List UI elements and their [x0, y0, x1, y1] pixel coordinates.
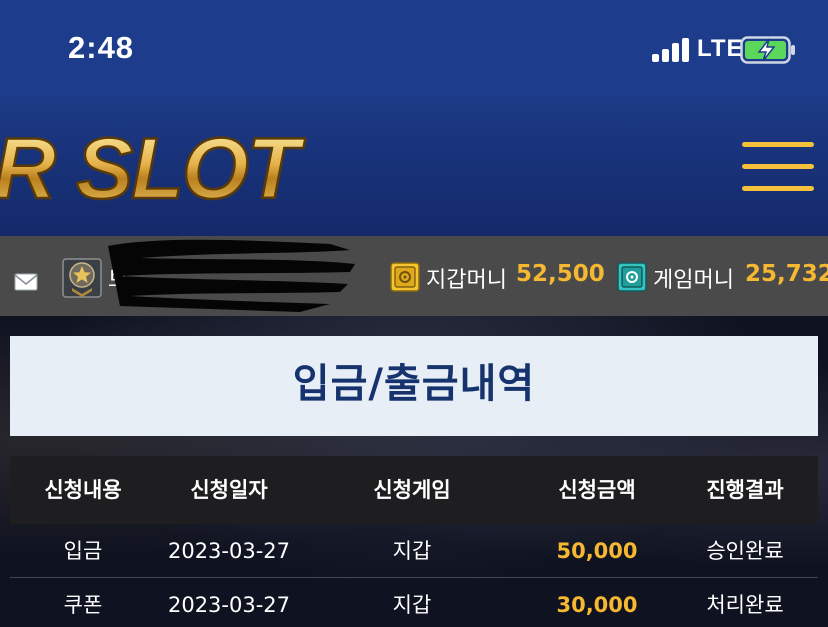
history-table: 신청내용 신청일자 신청게임 신청금액 진행결과 입금 2023-03-27 지…	[10, 456, 818, 627]
site-logo[interactable]: R SLOT	[0, 110, 350, 220]
network-label: LTE	[697, 35, 744, 62]
status-bar: 2:48 LTE	[0, 0, 828, 96]
cell-date: 2023-03-27	[167, 593, 291, 617]
cell-amount: 50,000	[556, 539, 638, 563]
game-safe-icon	[617, 262, 647, 292]
logo-text: R SLOT	[0, 121, 306, 217]
column-header-type: 신청내용	[44, 478, 122, 502]
hamburger-menu-icon[interactable]	[742, 142, 814, 194]
column-header-game: 신청게임	[373, 478, 451, 502]
site-header: R SLOT	[0, 96, 828, 236]
cell-type: 쿠폰	[63, 593, 103, 617]
table-header: 신청내용 신청일자 신청게임 신청금액 진행결과	[10, 456, 818, 524]
cell-status: 승인완료	[706, 539, 784, 563]
signal-icon	[652, 38, 689, 62]
page-title: 입금/출금내역	[292, 361, 536, 407]
cell-game: 지갑	[392, 593, 432, 617]
table-row: 입금 2023-03-27 지갑 50,000 승인완료	[10, 524, 818, 578]
battery-charging-icon	[740, 36, 795, 64]
page-title-box: 입금/출금내역	[10, 336, 818, 436]
mail-icon[interactable]	[14, 273, 38, 291]
cell-status: 처리완료	[706, 593, 784, 617]
cell-amount: 30,000	[556, 593, 638, 617]
cell-game: 지갑	[392, 539, 432, 563]
column-header-amount: 신청금액	[558, 478, 636, 502]
wallet-money-value: 52,500	[516, 261, 605, 287]
cell-type: 입금	[63, 539, 103, 563]
wallet-icon	[390, 262, 420, 292]
column-header-date: 신청일자	[190, 478, 268, 502]
rank-badge-icon	[62, 258, 102, 298]
game-money-label: 게임머니	[653, 268, 734, 293]
game-money-value: 25,732	[745, 261, 828, 287]
column-header-status: 진행결과	[706, 478, 784, 502]
status-time: 2:48	[68, 30, 135, 65]
cell-date: 2023-03-27	[167, 539, 291, 563]
redaction-mark	[108, 239, 355, 312]
wallet-money-label: 지갑머니	[426, 268, 507, 293]
table-row: 쿠폰 2023-03-27 지갑 30,000 처리완료	[10, 578, 818, 627]
